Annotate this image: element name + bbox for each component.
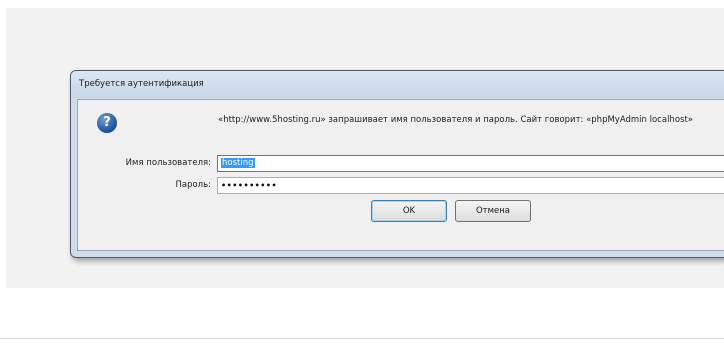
username-field[interactable]: hosting — [217, 155, 724, 172]
password-value: •••••••••• — [221, 181, 278, 190]
divider — [0, 338, 724, 339]
question-icon: ? — [97, 113, 117, 133]
ok-button[interactable]: OK — [371, 200, 447, 222]
auth-message: «http://www.5hosting.ru» запрашивает имя… — [218, 115, 693, 125]
dialog-title: Требуется аутентификация — [79, 79, 204, 89]
username-value: hosting — [221, 158, 255, 168]
screen: Требуется аутентификация ? «http://www.5… — [0, 0, 724, 349]
password-label: Пароль: — [175, 180, 211, 190]
username-label: Имя пользователя: — [125, 158, 211, 168]
dialog-body: ? «http://www.5hosting.ru» запрашивает и… — [77, 99, 724, 251]
password-field[interactable]: •••••••••• — [217, 177, 724, 194]
auth-dialog: Требуется аутентификация ? «http://www.5… — [70, 70, 724, 258]
cancel-button[interactable]: Отмена — [455, 200, 531, 222]
dialog-titlebar[interactable]: Требуется аутентификация — [71, 71, 724, 98]
